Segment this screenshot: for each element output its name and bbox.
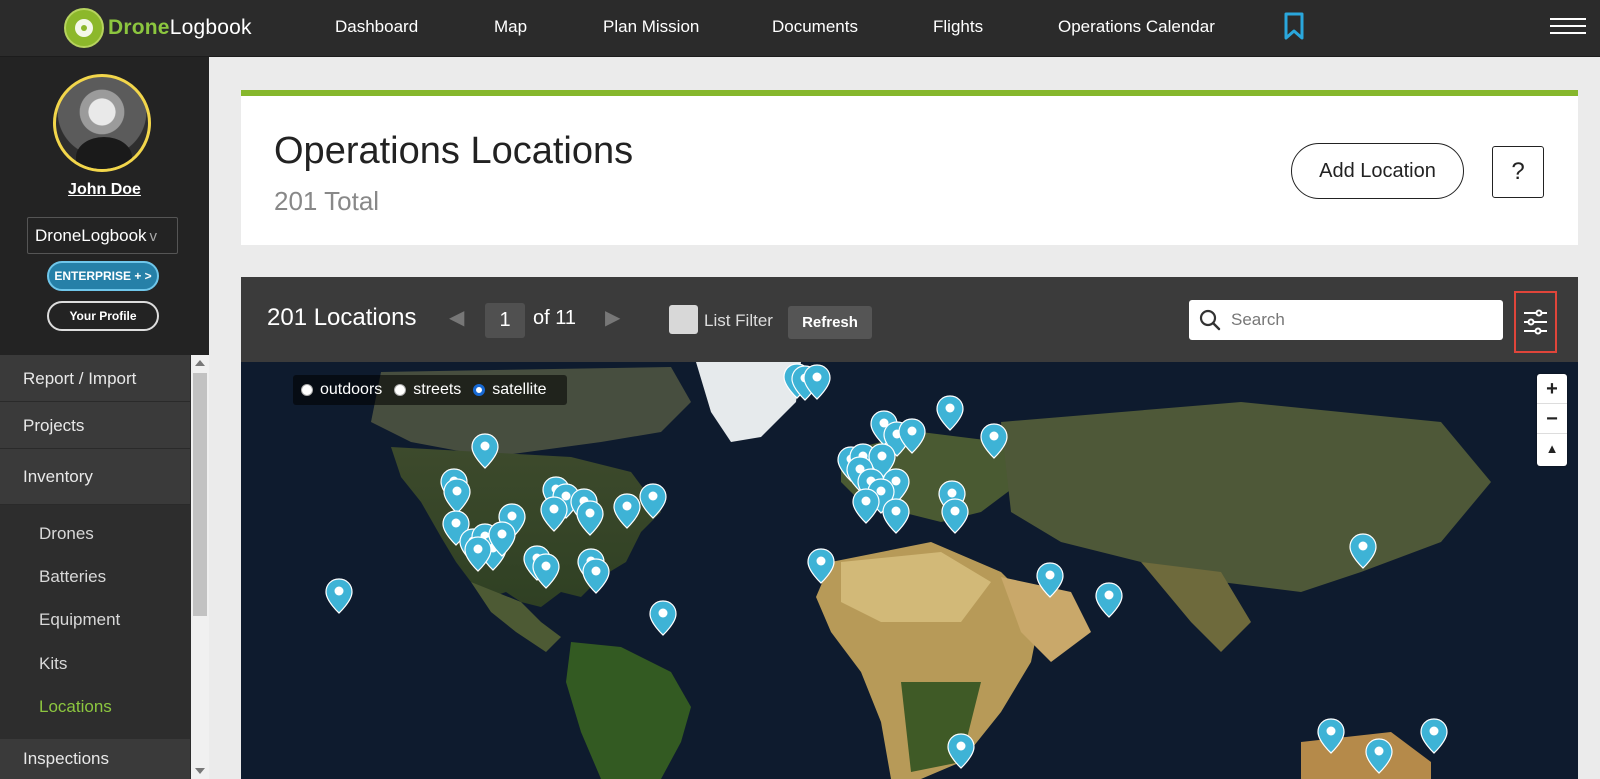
nav-operations-calendar[interactable]: Operations Calendar (1058, 0, 1215, 54)
location-pin-icon[interactable] (1036, 562, 1064, 598)
search-box (1189, 300, 1503, 340)
radio-satellite[interactable] (473, 384, 486, 396)
help-button[interactable]: ? (1492, 146, 1544, 198)
nav-dashboard[interactable]: Dashboard (335, 0, 418, 54)
nav-map[interactable]: Map (494, 0, 527, 54)
world-map[interactable]: outdoors streets satellite + − ▲ (241, 362, 1578, 779)
location-pin-icon[interactable] (936, 395, 964, 431)
add-location-button[interactable]: Add Location (1291, 143, 1464, 199)
compass-reset-icon[interactable]: ▲ (1537, 434, 1567, 464)
map-style-outdoors[interactable]: outdoors (301, 381, 382, 399)
profile-section: John Doe DroneLogbook v ENTERPRISE + > Yo… (0, 57, 209, 355)
enterprise-button[interactable]: ENTERPRISE + > (47, 261, 159, 291)
organization-select[interactable]: DroneLogbook v (27, 217, 178, 254)
total-count: 201 Total (274, 186, 380, 216)
nav-flights[interactable]: Flights (933, 0, 983, 54)
map-style-switch: outdoors streets satellite (293, 375, 567, 405)
list-filter-checkbox[interactable] (669, 305, 698, 334)
radio-streets[interactable] (394, 384, 407, 396)
scroll-up-arrow-icon[interactable] (195, 360, 205, 366)
page-number-input[interactable] (485, 303, 525, 338)
next-page-icon[interactable]: ▶ (605, 305, 620, 330)
map-style-satellite[interactable]: satellite (473, 381, 547, 399)
zoom-out-button[interactable]: − (1537, 404, 1567, 434)
location-pin-icon[interactable] (980, 423, 1008, 459)
map-style-streets[interactable]: streets (394, 381, 461, 399)
location-pin-icon[interactable] (471, 433, 499, 469)
zoom-in-button[interactable]: + (1537, 374, 1567, 404)
your-profile-button[interactable]: Your Profile (47, 301, 159, 331)
location-pin-icon[interactable] (941, 498, 969, 534)
sidebar-subitem-drones[interactable]: Drones (0, 512, 190, 556)
sidebar-subitem-batteries[interactable]: Batteries (0, 555, 190, 599)
location-pin-icon[interactable] (898, 418, 926, 454)
top-navbar: DroneLogbook Dashboard Map Plan Mission … (0, 0, 1600, 57)
bookmark-icon[interactable] (1284, 12, 1304, 40)
scrollbar-thumb[interactable] (193, 373, 207, 616)
location-pin-icon[interactable] (1365, 738, 1393, 774)
map-style-streets-label: streets (413, 381, 462, 398)
hamburger-menu-icon[interactable] (1550, 18, 1586, 36)
location-pin-icon[interactable] (443, 478, 471, 514)
sidebar-scrollbar[interactable] (191, 355, 209, 779)
location-pin-icon[interactable] (852, 488, 880, 524)
locations-count: 201 Locations (267, 304, 417, 331)
filter-settings-button[interactable] (1514, 291, 1557, 353)
location-pin-icon[interactable] (807, 548, 835, 584)
location-pin-icon[interactable] (540, 496, 568, 532)
prev-page-icon[interactable]: ◀ (449, 305, 464, 330)
location-pin-icon[interactable] (1317, 718, 1345, 754)
map-style-outdoors-label: outdoors (320, 381, 383, 398)
location-pin-icon[interactable] (947, 733, 975, 769)
header-card: Operations Locations 201 Total Add Locat… (241, 90, 1578, 245)
sidebar-menu-list: Report / Import Projects Inventory Drone… (0, 355, 191, 779)
user-name-link[interactable]: John Doe (0, 181, 209, 199)
sidebar-item-inspections[interactable]: Inspections (0, 739, 190, 779)
refresh-button[interactable]: Refresh (788, 306, 872, 339)
location-pin-icon[interactable] (613, 493, 641, 529)
sidebar-subitem-kits[interactable]: Kits (0, 642, 190, 686)
list-filter-label: List Filter (704, 311, 773, 330)
logo-text-rest: Logbook (169, 16, 252, 39)
app-logo[interactable]: DroneLogbook (64, 6, 252, 50)
nav-documents[interactable]: Documents (772, 0, 858, 54)
location-pin-icon[interactable] (649, 600, 677, 636)
page-of-label: of 11 (533, 307, 576, 329)
location-pin-icon[interactable] (582, 558, 610, 594)
location-pin-icon[interactable] (639, 483, 667, 519)
avatar[interactable] (53, 74, 151, 172)
location-pin-icon[interactable] (1095, 582, 1123, 618)
sidebar-item-report-import[interactable]: Report / Import (0, 355, 190, 402)
location-pin-icon[interactable] (1349, 533, 1377, 569)
search-input[interactable] (1231, 304, 1491, 336)
sliders-icon (1524, 309, 1547, 335)
location-pin-icon[interactable] (488, 521, 516, 557)
map-panel: 201 Locations ◀ of 11 ▶ List Filter Refr… (241, 277, 1578, 779)
page-title: Operations Locations (274, 130, 634, 172)
location-pin-icon[interactable] (882, 498, 910, 534)
organization-select-value: DroneLogbook (35, 226, 147, 245)
location-pin-icon[interactable] (803, 364, 831, 400)
map-zoom-controls: + − ▲ (1537, 374, 1567, 466)
sidebar-subitem-locations[interactable]: Locations (0, 685, 190, 729)
sidebar-subitem-equipment[interactable]: Equipment (0, 598, 190, 642)
sidebar-item-inventory[interactable]: Inventory (0, 449, 190, 505)
sidebar-item-projects[interactable]: Projects (0, 402, 190, 449)
logo-text-accent: Drone (108, 16, 170, 39)
search-icon (1199, 309, 1221, 331)
nav-plan-mission[interactable]: Plan Mission (603, 0, 699, 54)
radio-outdoors[interactable] (301, 384, 313, 396)
map-style-satellite-label: satellite (492, 381, 547, 398)
location-pin-icon[interactable] (1420, 718, 1448, 754)
drone-logo-icon (64, 8, 104, 48)
location-pin-icon[interactable] (464, 536, 492, 572)
location-pin-icon[interactable] (576, 500, 604, 536)
scroll-down-arrow-icon[interactable] (195, 768, 205, 774)
location-pin-icon[interactable] (532, 553, 560, 589)
map-toolbar: 201 Locations ◀ of 11 ▶ List Filter Refr… (241, 277, 1578, 362)
chevron-down-icon: v (149, 228, 158, 245)
location-pin-icon[interactable] (325, 578, 353, 614)
